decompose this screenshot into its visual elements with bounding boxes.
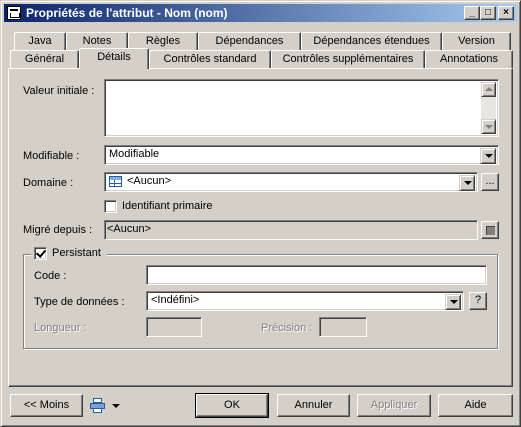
domain-select[interactable]: <Aucun>	[104, 172, 478, 192]
print-icon[interactable]	[90, 398, 106, 413]
code-label: Code :	[34, 270, 67, 282]
properties-dialog: Propriétés de l'attribut - Nom (nom) _ □…	[0, 0, 521, 427]
chevron-down-icon[interactable]	[112, 404, 120, 408]
minimize-button[interactable]: _	[464, 6, 480, 20]
tab-java[interactable]: Java	[14, 32, 66, 50]
help-button[interactable]: Aide	[438, 394, 513, 417]
tab-annotations[interactable]: Annotations	[425, 50, 513, 68]
precision-input	[319, 317, 367, 337]
scroll-down-icon[interactable]	[481, 119, 496, 134]
window-app-icon	[7, 6, 21, 20]
tab-general[interactable]: Général	[10, 50, 79, 68]
domain-browse-button[interactable]: ...	[481, 173, 499, 191]
maximize-button[interactable]: □	[480, 6, 496, 20]
tab-dependances[interactable]: Dépendances	[198, 32, 301, 50]
length-input	[146, 317, 202, 337]
less-button[interactable]: << Moins	[10, 394, 83, 417]
tab-details[interactable]: Détails	[79, 48, 149, 69]
textarea-scrollbar[interactable]	[481, 82, 496, 134]
modifiable-label: Modifiable :	[23, 150, 80, 162]
persistent-header: Persistant	[31, 247, 107, 261]
tab-version[interactable]: Version	[442, 32, 511, 50]
chevron-down-icon[interactable]	[459, 175, 475, 191]
code-input[interactable]	[146, 265, 487, 285]
length-label: Longueur :	[34, 322, 87, 334]
window-title: Propriétés de l'attribut - Nom (nom)	[26, 6, 228, 20]
title-bar[interactable]: Propriétés de l'attribut - Nom (nom) _ □…	[4, 4, 517, 22]
tab-controles-standard[interactable]: Contrôles standard	[149, 50, 271, 68]
tab-dependances-etendues[interactable]: Dépendances étendues	[301, 32, 442, 50]
initial-value-label: Valeur initiale :	[23, 85, 95, 97]
modifiable-select[interactable]: Modifiable	[104, 145, 499, 165]
persistent-label: Persistant	[52, 247, 101, 259]
migrated-from-field: <Aucun>	[104, 220, 478, 240]
browse-object-icon[interactable]	[481, 221, 499, 239]
chevron-down-icon[interactable]	[480, 148, 496, 164]
initial-value-textarea[interactable]	[104, 79, 499, 137]
cancel-button[interactable]: Annuler	[277, 394, 350, 417]
migrated-from-label: Migré depuis :	[23, 224, 93, 236]
ok-button[interactable]: OK	[195, 393, 269, 418]
precision-label: Précision :	[261, 322, 313, 334]
scroll-up-icon[interactable]	[481, 82, 496, 97]
apply-button[interactable]: Appliquer	[357, 394, 431, 417]
datatype-help-button[interactable]: ?	[469, 292, 487, 310]
domain-label: Domaine :	[23, 177, 74, 189]
datatype-select[interactable]: <Indéfini>	[146, 291, 464, 311]
primary-identifier-label: Identifiant primaire	[122, 200, 213, 212]
domain-table-icon	[109, 176, 122, 187]
datatype-label: Type de données :	[34, 296, 125, 308]
tab-controles-supplementaires[interactable]: Contrôles supplémentaires	[271, 50, 425, 68]
details-panel: Valeur initiale : Modifiable : Modifiabl…	[8, 68, 513, 387]
chevron-down-icon[interactable]	[445, 294, 461, 310]
close-button[interactable]: ×	[498, 6, 514, 20]
primary-identifier-checkbox[interactable]	[104, 200, 117, 213]
persistent-checkbox[interactable]	[34, 247, 47, 260]
